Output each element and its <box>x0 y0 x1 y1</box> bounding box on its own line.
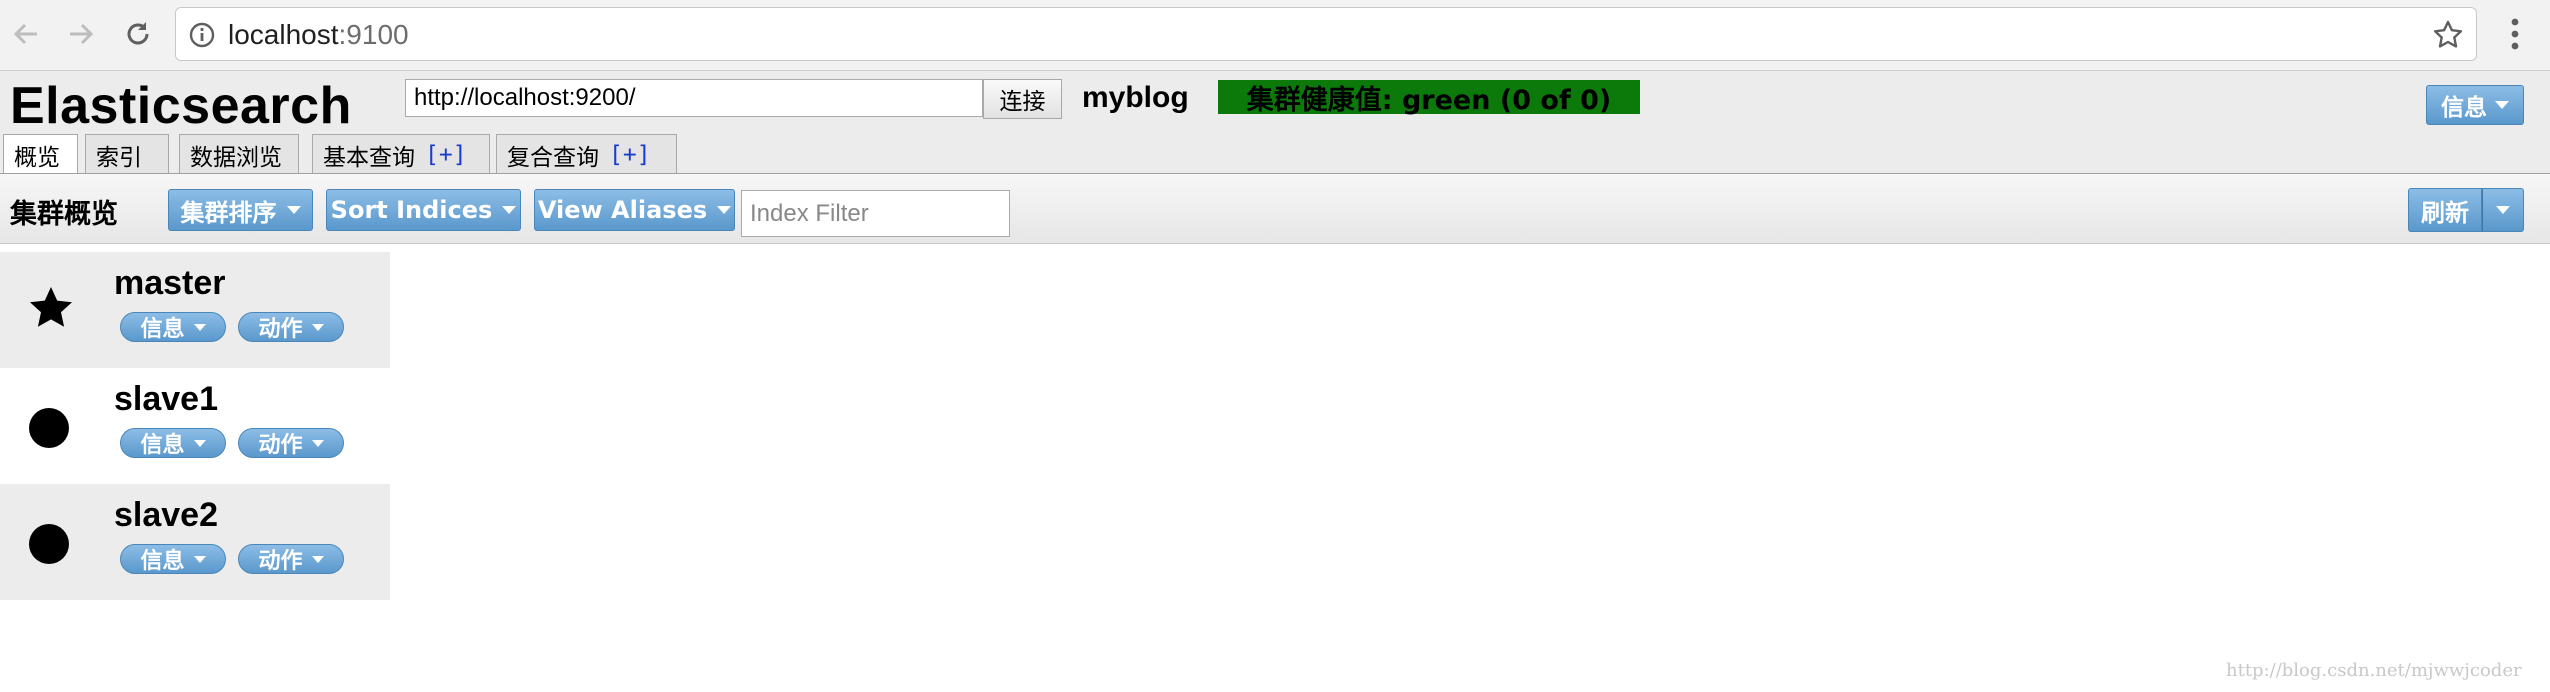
chevron-down-icon <box>193 323 206 331</box>
node-action-button[interactable]: 动作 <box>238 428 344 458</box>
node-name: slave1 <box>114 380 218 418</box>
sort-indices-label: Sort Indices <box>330 196 493 224</box>
sort-indices-button[interactable]: Sort Indices <box>326 189 521 231</box>
info-menu-button[interactable]: 信息 <box>2426 85 2524 125</box>
node-row: master 信息 动作 <box>0 252 390 368</box>
node-info-button[interactable]: 信息 <box>120 312 226 342</box>
index-filter-input[interactable] <box>741 190 1010 237</box>
chevron-down-icon <box>311 555 324 563</box>
chevron-down-icon <box>2495 101 2509 109</box>
node-info-button[interactable]: 信息 <box>120 428 226 458</box>
brand-title: Elasticsearch <box>10 77 352 135</box>
chevron-down-icon <box>2496 206 2510 214</box>
tab-label: 复合查询 <box>507 144 599 171</box>
tab-basic-query[interactable]: 基本查询 [+] <box>312 134 490 174</box>
tab-add-link[interactable]: [+] <box>609 142 651 168</box>
node-action-label: 动作 <box>258 549 303 574</box>
node-action-label: 动作 <box>258 317 303 342</box>
overview-toolbar: 集群概览 集群排序 Sort Indices View Aliases 刷新 <box>0 173 2550 244</box>
node-info-label: 信息 <box>140 433 185 458</box>
url-text: localhost:9100 <box>228 20 409 50</box>
tab-compound-query[interactable]: 复合查询 [+] <box>496 134 677 174</box>
chevron-down-icon <box>193 555 206 563</box>
view-aliases-button[interactable]: View Aliases <box>534 189 735 231</box>
watermark: http://blog.csdn.net/mjwwjcoder <box>2226 660 2522 681</box>
tab-browser[interactable]: 数据浏览 <box>179 134 299 174</box>
forward-arrow-icon[interactable] <box>61 14 101 54</box>
view-aliases-label: View Aliases <box>537 196 708 224</box>
chevron-down-icon <box>717 206 732 214</box>
url-port: :9100 <box>338 19 409 50</box>
circle-icon <box>28 407 70 454</box>
cluster-name: myblog <box>1082 81 1189 114</box>
chevron-down-icon <box>311 323 324 331</box>
cluster-health-badge: 集群健康值: green (0 of 0) <box>1218 80 1640 116</box>
node-action-button[interactable]: 动作 <box>238 544 344 574</box>
menu-dots-icon[interactable] <box>2500 14 2530 59</box>
node-row: slave1 信息 动作 <box>0 368 390 484</box>
tab-label: 数据浏览 <box>190 144 282 171</box>
chevron-down-icon <box>502 206 517 214</box>
refresh-button[interactable]: 刷新 <box>2408 188 2482 232</box>
refresh-dropdown-button[interactable] <box>2482 188 2524 232</box>
node-action-label: 动作 <box>258 433 303 458</box>
chevron-down-icon <box>193 439 206 447</box>
node-row: slave2 信息 动作 <box>0 484 390 600</box>
star-icon[interactable] <box>2432 19 2464 56</box>
toolbar-title: 集群概览 <box>10 199 118 230</box>
node-name: master <box>114 264 226 302</box>
app-header: Elasticsearch 连接 myblog 集群健康值: green (0 … <box>0 71 2550 175</box>
chevron-down-icon <box>311 439 324 447</box>
url-host: localhost <box>228 19 339 50</box>
tab-label: 索引 <box>96 144 142 171</box>
info-menu-label: 信息 <box>2441 95 2487 121</box>
tab-label: 基本查询 <box>323 144 415 171</box>
address-bar[interactable]: localhost:9100 <box>175 7 2477 61</box>
back-arrow-icon[interactable] <box>6 14 46 54</box>
tab-add-link[interactable]: [+] <box>425 142 467 168</box>
node-action-button[interactable]: 动作 <box>238 312 344 342</box>
connect-button[interactable]: 连接 <box>983 79 1062 119</box>
node-info-label: 信息 <box>140 549 185 574</box>
browser-chrome: localhost:9100 <box>0 0 2550 71</box>
connection-url-input[interactable] <box>405 79 983 117</box>
sort-cluster-label: 集群排序 <box>180 198 277 227</box>
sort-cluster-button[interactable]: 集群排序 <box>168 189 313 231</box>
tab-label: 概览 <box>14 145 60 171</box>
node-name: slave2 <box>114 496 218 534</box>
reload-icon[interactable] <box>118 14 158 54</box>
node-info-label: 信息 <box>140 317 185 342</box>
star-icon <box>28 285 74 336</box>
node-info-button[interactable]: 信息 <box>120 544 226 574</box>
tab-indices[interactable]: 索引 <box>85 134 169 174</box>
chevron-down-icon <box>286 206 301 214</box>
info-icon[interactable] <box>188 21 216 54</box>
circle-icon <box>28 523 70 570</box>
tab-overview[interactable]: 概览 <box>3 134 78 175</box>
